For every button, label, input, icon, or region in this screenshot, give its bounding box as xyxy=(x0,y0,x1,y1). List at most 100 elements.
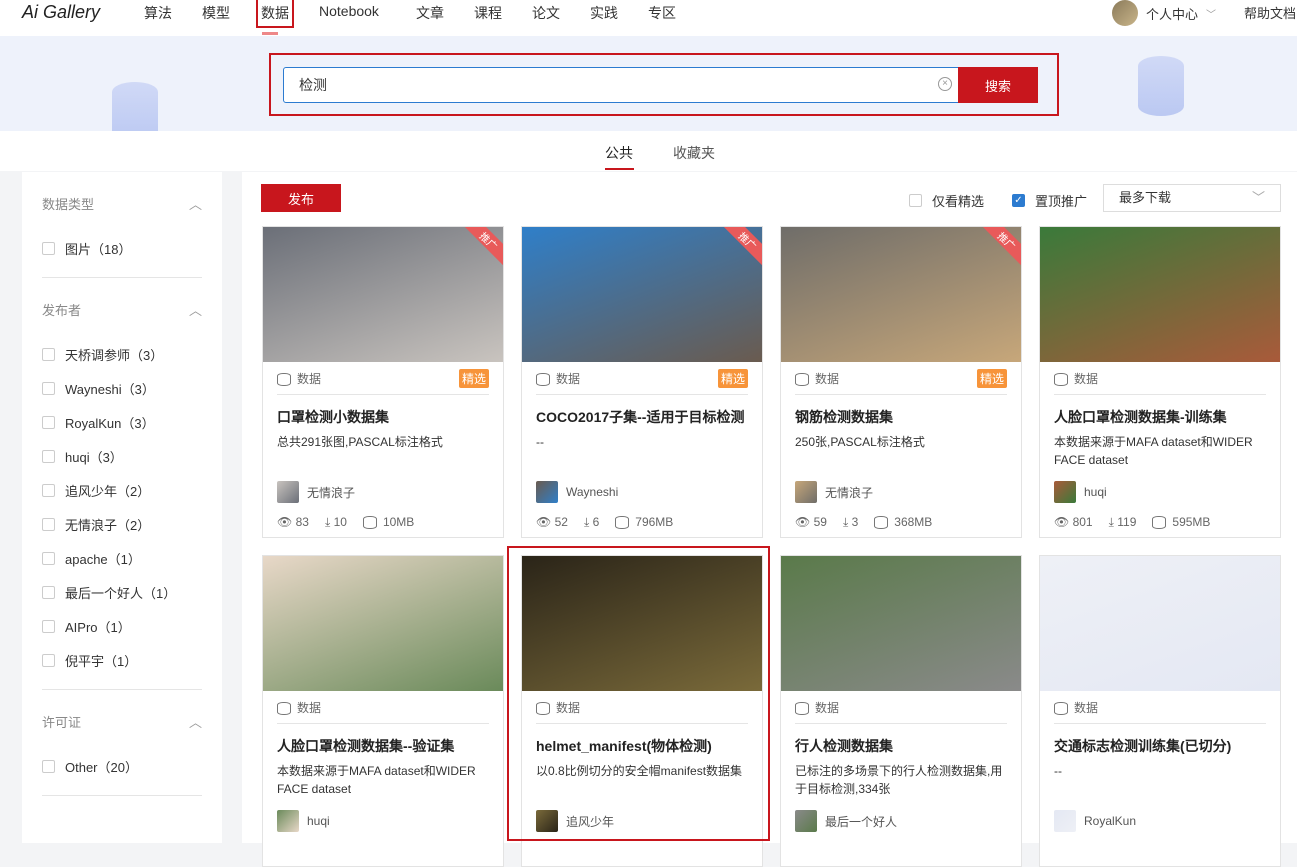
filter-option[interactable]: Wayneshi（3） xyxy=(42,371,202,405)
nav-notebook[interactable]: Notebook xyxy=(319,3,379,19)
nav-practice[interactable]: 实践 xyxy=(590,3,618,23)
author-name: 最后一个好人 xyxy=(825,814,898,829)
nav-zone[interactable]: 专区 xyxy=(648,3,676,23)
filter-group-title: 数据类型 xyxy=(42,197,95,212)
publish-button[interactable]: 发布 xyxy=(261,184,341,212)
size-value: 796MB xyxy=(635,515,674,529)
checkbox[interactable] xyxy=(42,585,55,599)
checkbox[interactable] xyxy=(909,194,922,207)
database-icon xyxy=(362,516,377,530)
divider xyxy=(42,277,202,278)
card-title[interactable]: 钢筋检测数据集 xyxy=(795,407,1007,427)
nav-data[interactable]: 数据 xyxy=(256,0,294,28)
card-author[interactable]: Wayneshi xyxy=(536,481,748,503)
filter-option[interactable]: huqi（3） xyxy=(42,439,202,473)
filter-option-label: 图片（18） xyxy=(65,241,132,257)
card-author[interactable]: RoyalKun xyxy=(1054,810,1266,832)
logo[interactable]: Ai Gallery xyxy=(22,2,100,23)
checkbox[interactable] xyxy=(42,517,55,531)
filter-group-title: 许可证 xyxy=(42,715,82,730)
checkbox[interactable] xyxy=(42,619,55,633)
filter-option[interactable]: 追风少年（2） xyxy=(42,473,202,507)
filter-option[interactable]: 图片（18） xyxy=(42,231,202,265)
card-author[interactable]: huqi xyxy=(277,810,489,832)
check-icon[interactable]: ✓ xyxy=(1012,194,1025,207)
tab-favorites[interactable]: 收藏夹 xyxy=(673,143,715,163)
nav-model[interactable]: 模型 xyxy=(202,3,230,23)
filter-group-header[interactable]: 数据类型 ︿ xyxy=(42,194,202,213)
only-featured-checkbox[interactable]: 仅看精选 xyxy=(909,191,984,210)
checkbox[interactable] xyxy=(42,241,55,255)
card-title[interactable]: 交通标志检测训练集(已切分) xyxy=(1054,736,1266,756)
dataset-card[interactable]: 推广 数据 精选 COCO2017子集--适用于目标检测 -- Wayneshi 👁… xyxy=(521,226,763,538)
author-avatar xyxy=(1054,810,1076,832)
filter-group-header[interactable]: 发布者 ︿ xyxy=(42,300,202,319)
filter-option[interactable]: 倪平宇（1） xyxy=(42,643,202,677)
nav-course[interactable]: 课程 xyxy=(474,3,502,23)
nav-article[interactable]: 文章 xyxy=(416,3,444,23)
eye-icon: 👁 xyxy=(1054,515,1070,529)
filter-group-header[interactable]: 许可证 ︿ xyxy=(42,712,202,731)
filter-option-label: apache（1） xyxy=(65,551,141,567)
dataset-card[interactable]: 推广 数据 精选 口罩检测小数据集 总共291张图,PASCAL标注格式 无情浪子… xyxy=(262,226,504,538)
card-title[interactable]: COCO2017子集--适用于目标检测 xyxy=(536,407,748,427)
size-stat: 595MB xyxy=(1152,515,1210,530)
search-input[interactable]: 检测 xyxy=(283,67,959,103)
card-author[interactable]: huqi xyxy=(1054,481,1266,503)
filter-option-label: huqi（3） xyxy=(65,449,123,465)
user-menu[interactable]: 个人中心 ﹀ xyxy=(1112,0,1216,26)
dataset-card[interactable]: 数据 人脸口罩检测数据集-训练集 本数据来源于MAFA dataset和WIDE… xyxy=(1039,226,1281,538)
dataset-card[interactable]: 数据 行人检测数据集 已标注的多场景下的行人检测数据集,用于目标检测,334张 … xyxy=(780,555,1022,867)
clear-icon[interactable]: × xyxy=(938,77,952,91)
filter-option[interactable]: Other（20） xyxy=(42,749,202,783)
filter-option-label: RoyalKun（3） xyxy=(65,415,155,431)
database-icon xyxy=(795,372,809,386)
database-icon xyxy=(615,516,630,530)
tab-public[interactable]: 公共 xyxy=(605,143,633,163)
filter-option[interactable]: RoyalKun（3） xyxy=(42,405,202,439)
card-title[interactable]: 口罩检测小数据集 xyxy=(277,407,489,427)
dataset-card[interactable]: 数据 交通标志检测训练集(已切分) -- RoyalKun xyxy=(1039,555,1281,867)
card-author[interactable]: 最后一个好人 xyxy=(795,810,1007,832)
database-icon xyxy=(1054,372,1068,386)
card-type: 数据 xyxy=(297,371,322,386)
author-name: RoyalKun xyxy=(1084,814,1137,828)
checkbox[interactable] xyxy=(42,759,55,773)
filter-option-label: 无情浪子（2） xyxy=(65,517,151,533)
filter-option[interactable]: 天桥调参师（3） xyxy=(42,337,202,371)
sort-select[interactable]: 最多下载 ﹀ xyxy=(1103,184,1281,212)
author-name: huqi xyxy=(307,814,330,828)
help-link[interactable]: 帮助文档 xyxy=(1244,3,1296,22)
checkbox[interactable] xyxy=(42,381,55,395)
dataset-card[interactable]: 数据 人脸口罩检测数据集--验证集 本数据来源于MAFA dataset和WID… xyxy=(262,555,504,867)
card-title[interactable]: 人脸口罩检测数据集-训练集 xyxy=(1054,407,1266,427)
checkbox[interactable] xyxy=(42,483,55,497)
filter-option[interactable]: apache（1） xyxy=(42,541,202,575)
card-author[interactable]: 无情浪子 xyxy=(277,481,489,503)
filter-option-label: AIPro（1） xyxy=(65,619,131,635)
card-title[interactable]: 人脸口罩检测数据集--验证集 xyxy=(277,736,489,756)
filter-option[interactable]: 最后一个好人（1） xyxy=(42,575,202,609)
checkbox[interactable] xyxy=(42,653,55,667)
card-author[interactable]: 无情浪子 xyxy=(795,481,1007,503)
checkbox[interactable] xyxy=(42,347,55,361)
pinned-checkbox[interactable]: ✓ 置顶推广 xyxy=(1012,191,1087,210)
filter-option[interactable]: AIPro（1） xyxy=(42,609,202,643)
card-title[interactable]: 行人检测数据集 xyxy=(795,736,1007,756)
card-stats: 👁 83 ⤓ 10 10MB xyxy=(277,515,489,530)
checkbox[interactable] xyxy=(42,551,55,565)
nav-paper[interactable]: 论文 xyxy=(532,3,560,23)
filter-option[interactable]: 无情浪子（2） xyxy=(42,507,202,541)
dataset-card[interactable]: 推广 数据 精选 钢筋检测数据集 250张,PASCAL标注格式 无情浪子 👁 59… xyxy=(780,226,1022,538)
divider xyxy=(42,795,202,796)
checkbox[interactable] xyxy=(42,415,55,429)
database-icon xyxy=(1152,516,1167,530)
search-button[interactable]: 搜索 xyxy=(958,67,1038,103)
filter-option-label: Wayneshi（3） xyxy=(65,381,155,397)
eye-icon: 👁 xyxy=(536,515,552,529)
nav-algorithm[interactable]: 算法 xyxy=(144,3,172,23)
author-avatar xyxy=(277,481,299,503)
filter-option-label: 最后一个好人（1） xyxy=(65,585,177,601)
checkbox[interactable] xyxy=(42,449,55,463)
views-stat: 👁 52 xyxy=(536,515,568,530)
